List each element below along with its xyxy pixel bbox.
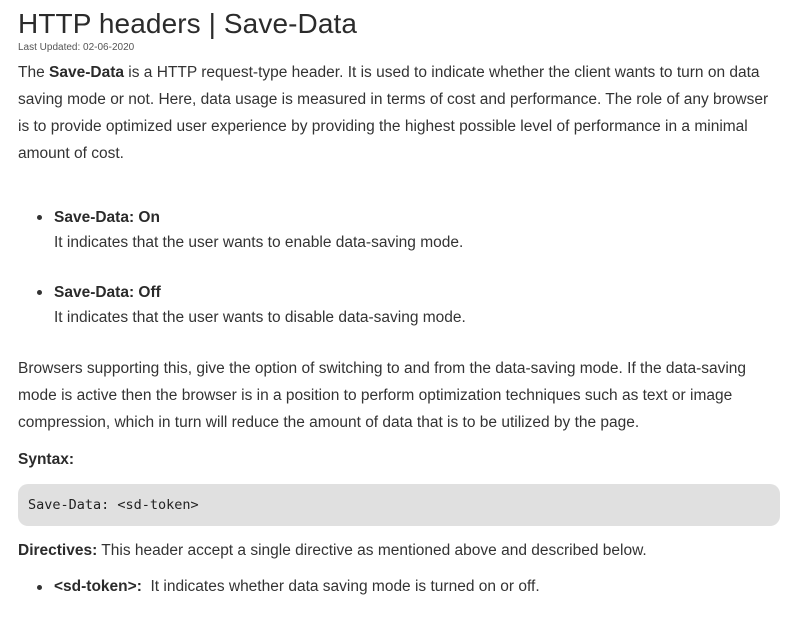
intro-header-name: Save-Data xyxy=(49,64,124,81)
intro-rest: is a HTTP request-type header. It is use… xyxy=(18,64,769,162)
bullet-icon xyxy=(37,290,42,295)
browsers-paragraph: Browsers supporting this, give the optio… xyxy=(18,360,747,431)
directives-label: Directives: xyxy=(18,542,98,559)
list-item: <sd-token>: It indicates whether data sa… xyxy=(18,575,780,599)
intro-lead: The xyxy=(18,64,50,81)
page-title: HTTP headers | Save-Data xyxy=(18,8,358,39)
directives-text: This header accept a single directive as… xyxy=(97,542,647,559)
header-values-list: Save-Data: On It indicates that the user… xyxy=(18,205,780,330)
syntax-heading: Syntax: xyxy=(18,451,74,468)
directives-list: <sd-token>: It indicates whether data sa… xyxy=(18,575,780,599)
directive-description: It indicates whether data saving mode is… xyxy=(141,578,540,595)
last-updated-date: Last Updated: 02-06-2020 xyxy=(18,42,135,53)
list-item: Save-Data: Off It indicates that the use… xyxy=(18,280,780,330)
directives-paragraph: Directives: This header accept a single … xyxy=(18,539,780,563)
bullet-icon xyxy=(37,215,42,220)
value-description: It indicates that the user wants to enab… xyxy=(54,234,464,251)
bullet-icon xyxy=(37,585,42,590)
syntax-code: Save-Data: <sd-token> xyxy=(28,497,199,513)
syntax-code-block[interactable]: Save-Data: <sd-token> xyxy=(18,484,780,526)
directive-name: <sd-token>: xyxy=(54,578,142,595)
article-page: HTTP headers | Save-Data Last Updated: 0… xyxy=(0,0,806,618)
intro-paragraph: The Save-Data is a HTTP request-type hea… xyxy=(18,59,780,167)
value-description: It indicates that the user wants to disa… xyxy=(54,309,466,326)
value-name: Save-Data: Off xyxy=(54,284,161,301)
list-item: Save-Data: On It indicates that the user… xyxy=(18,205,780,255)
value-name: Save-Data: On xyxy=(54,209,160,226)
